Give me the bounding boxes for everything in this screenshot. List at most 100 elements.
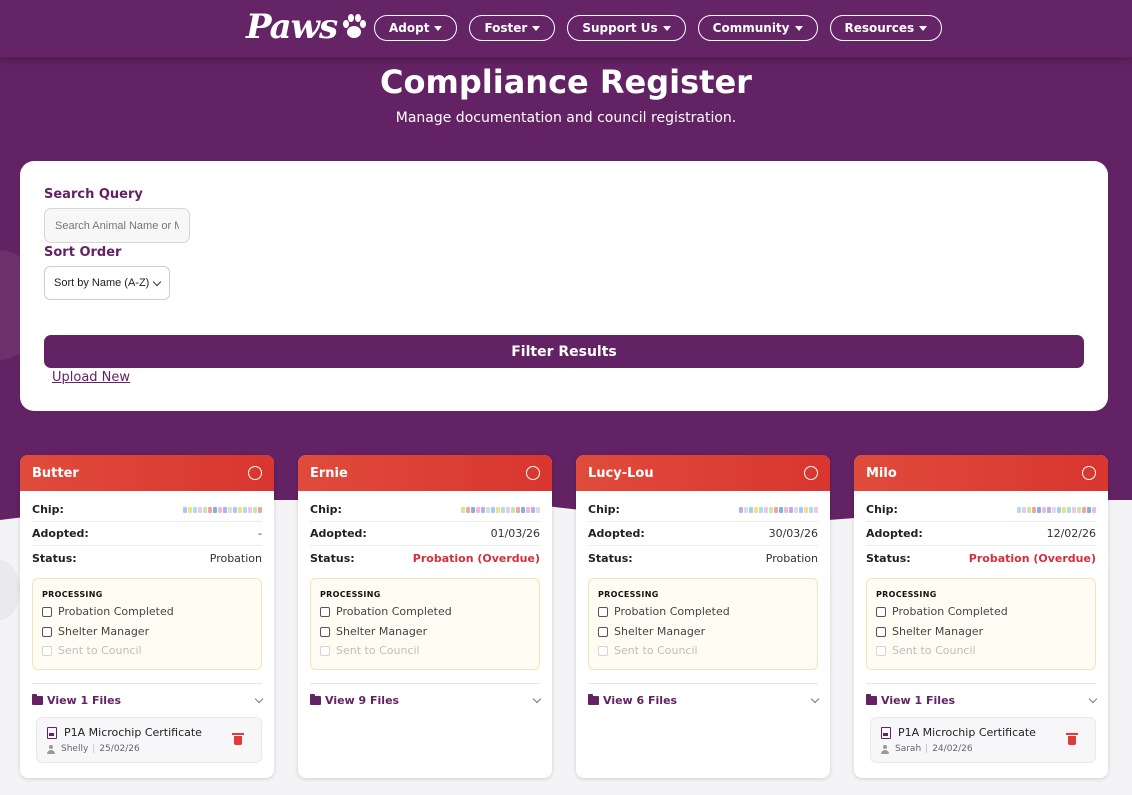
card-header: Lucy-Lou — [576, 455, 830, 491]
view-files-toggle[interactable]: View 1 Files — [866, 683, 1098, 717]
chevron-down-icon — [532, 694, 542, 704]
menu-community[interactable]: Community — [697, 15, 818, 41]
adopted-row: Adopted: - — [32, 522, 262, 546]
animal-name: Ernie — [310, 465, 348, 481]
select-radio[interactable] — [1082, 466, 1096, 480]
status-value: Probation (Overdue) — [968, 551, 1096, 565]
select-radio[interactable] — [804, 466, 818, 480]
paw-decoration — [0, 560, 20, 620]
probation-completed-checkbox[interactable]: Probation Completed — [42, 605, 174, 618]
select-radio[interactable] — [526, 466, 540, 480]
processing-title: PROCESSING — [320, 590, 381, 599]
menu-resources[interactable]: Resources — [829, 15, 943, 41]
processing-box: PROCESSING Probation Completed Shelter Man… — [866, 578, 1096, 670]
menu-support-us[interactable]: Support Us — [567, 15, 686, 41]
probation-completed-checkbox[interactable]: Probation Completed — [598, 605, 730, 618]
view-files-label: View 1 Files — [866, 694, 955, 707]
adopted-row: Adopted: 30/03/26 — [588, 522, 818, 546]
adopted-label: Adopted: — [588, 527, 645, 540]
folder-icon — [588, 694, 599, 705]
chip-row: Chip: — [32, 498, 262, 522]
checkbox-label: Sent to Council — [892, 644, 976, 657]
animal-name: Milo — [866, 465, 897, 481]
adopted-label: Adopted: — [310, 527, 367, 540]
folder-icon — [866, 694, 877, 705]
adopted-date: 12/02/26 — [1046, 527, 1096, 540]
sort-select[interactable]: Sort by Name (A-Z) — [44, 266, 170, 300]
chip-label: Chip: — [310, 503, 342, 516]
file-item[interactable]: P1A Microchip Certificate Sarah | 24/02/26 — [870, 717, 1096, 763]
delete-file-icon[interactable] — [232, 733, 244, 745]
processing-title: PROCESSING — [42, 590, 103, 599]
processing-box: PROCESSING Probation Completed Shelter Man… — [32, 578, 262, 670]
status-label: Status: — [310, 551, 355, 565]
file-uploader: Shelly — [61, 744, 89, 754]
status-value: Probation — [209, 551, 262, 565]
files-count-label: View 9 Files — [325, 694, 400, 707]
shelter-manager-checkbox[interactable]: Shelter Manager — [320, 625, 427, 638]
folder-icon — [310, 694, 321, 705]
shelter-manager-checkbox[interactable]: Shelter Manager — [598, 625, 705, 638]
chip-number-redacted — [1017, 506, 1096, 513]
status-row: Status: Probation — [32, 546, 262, 570]
search-input[interactable] — [44, 208, 190, 243]
sent-to-council-checkbox: Sent to Council — [320, 644, 420, 657]
checkbox-icon — [42, 626, 52, 637]
upload-new-link[interactable]: Upload New — [52, 370, 130, 385]
delete-file-icon[interactable] — [1066, 733, 1078, 745]
processing-title: PROCESSING — [598, 590, 659, 599]
caret-down-icon — [919, 25, 928, 31]
meta-separator: | — [925, 744, 929, 754]
page-subtitle: Manage documentation and council registr… — [395, 110, 737, 126]
paws-logo[interactable]: Paws — [246, 6, 369, 48]
adopted-date: 30/03/26 — [768, 527, 818, 540]
files-count-label: View 1 Files — [881, 694, 956, 707]
select-radio[interactable] — [248, 466, 262, 480]
chevron-down-icon — [152, 277, 162, 286]
view-files-label: View 6 Files — [588, 694, 677, 707]
adopted-label: Adopted: — [866, 527, 923, 540]
view-files-toggle[interactable]: View 6 Files — [588, 683, 820, 717]
card-header: Milo — [854, 455, 1108, 491]
checkbox-icon — [876, 645, 886, 656]
status-label: Status: — [866, 551, 911, 565]
paw-icon — [343, 14, 367, 38]
view-files-label: View 9 Files — [310, 694, 399, 707]
chevron-down-icon — [1088, 694, 1098, 704]
probation-completed-checkbox[interactable]: Probation Completed — [876, 605, 1008, 618]
file-date: 24/02/26 — [932, 744, 973, 754]
shelter-manager-checkbox[interactable]: Shelter Manager — [42, 625, 149, 638]
animal-card: Ernie Chip: Adopted: 01/03/26 Status: Probati… — [298, 455, 552, 778]
processing-title: PROCESSING — [876, 590, 937, 599]
file-name: P1A Microchip Certificate — [898, 726, 1036, 739]
adopted-date: 01/03/26 — [490, 527, 540, 540]
status-row: Status: Probation (Overdue) — [310, 546, 540, 570]
folder-icon — [32, 694, 43, 705]
sort-label: Sort Order — [44, 245, 122, 260]
files-count-label: View 6 Files — [603, 694, 678, 707]
page-title: Compliance Register — [380, 63, 752, 101]
probation-completed-checkbox[interactable]: Probation Completed — [320, 605, 452, 618]
view-files-toggle[interactable]: View 9 Files — [310, 683, 542, 717]
pdf-file-icon — [47, 727, 57, 739]
file-uploader: Sarah — [895, 744, 922, 754]
filter-results-button[interactable]: Filter Results — [44, 335, 1084, 368]
pdf-file-icon — [881, 727, 891, 739]
menu-label: Community — [712, 21, 790, 35]
card-header: Butter — [20, 455, 274, 491]
menu-foster[interactable]: Foster — [469, 15, 556, 41]
animal-name: Lucy-Lou — [588, 465, 654, 481]
checkbox-icon — [320, 626, 330, 637]
status-label: Status: — [32, 551, 77, 565]
card-header: Ernie — [298, 455, 552, 491]
adopted-label: Adopted: — [32, 527, 89, 540]
checkbox-icon — [876, 626, 886, 637]
menu-label: Support Us — [582, 21, 658, 35]
menu-adopt[interactable]: Adopt — [374, 15, 458, 41]
file-item[interactable]: P1A Microchip Certificate Shelly | 25/02/26 — [36, 717, 262, 763]
checkbox-label: Probation Completed — [614, 605, 730, 618]
caret-down-icon — [794, 25, 803, 31]
shelter-manager-checkbox[interactable]: Shelter Manager — [876, 625, 983, 638]
view-files-toggle[interactable]: View 1 Files — [32, 683, 264, 717]
files-count-label: View 1 Files — [47, 694, 122, 707]
